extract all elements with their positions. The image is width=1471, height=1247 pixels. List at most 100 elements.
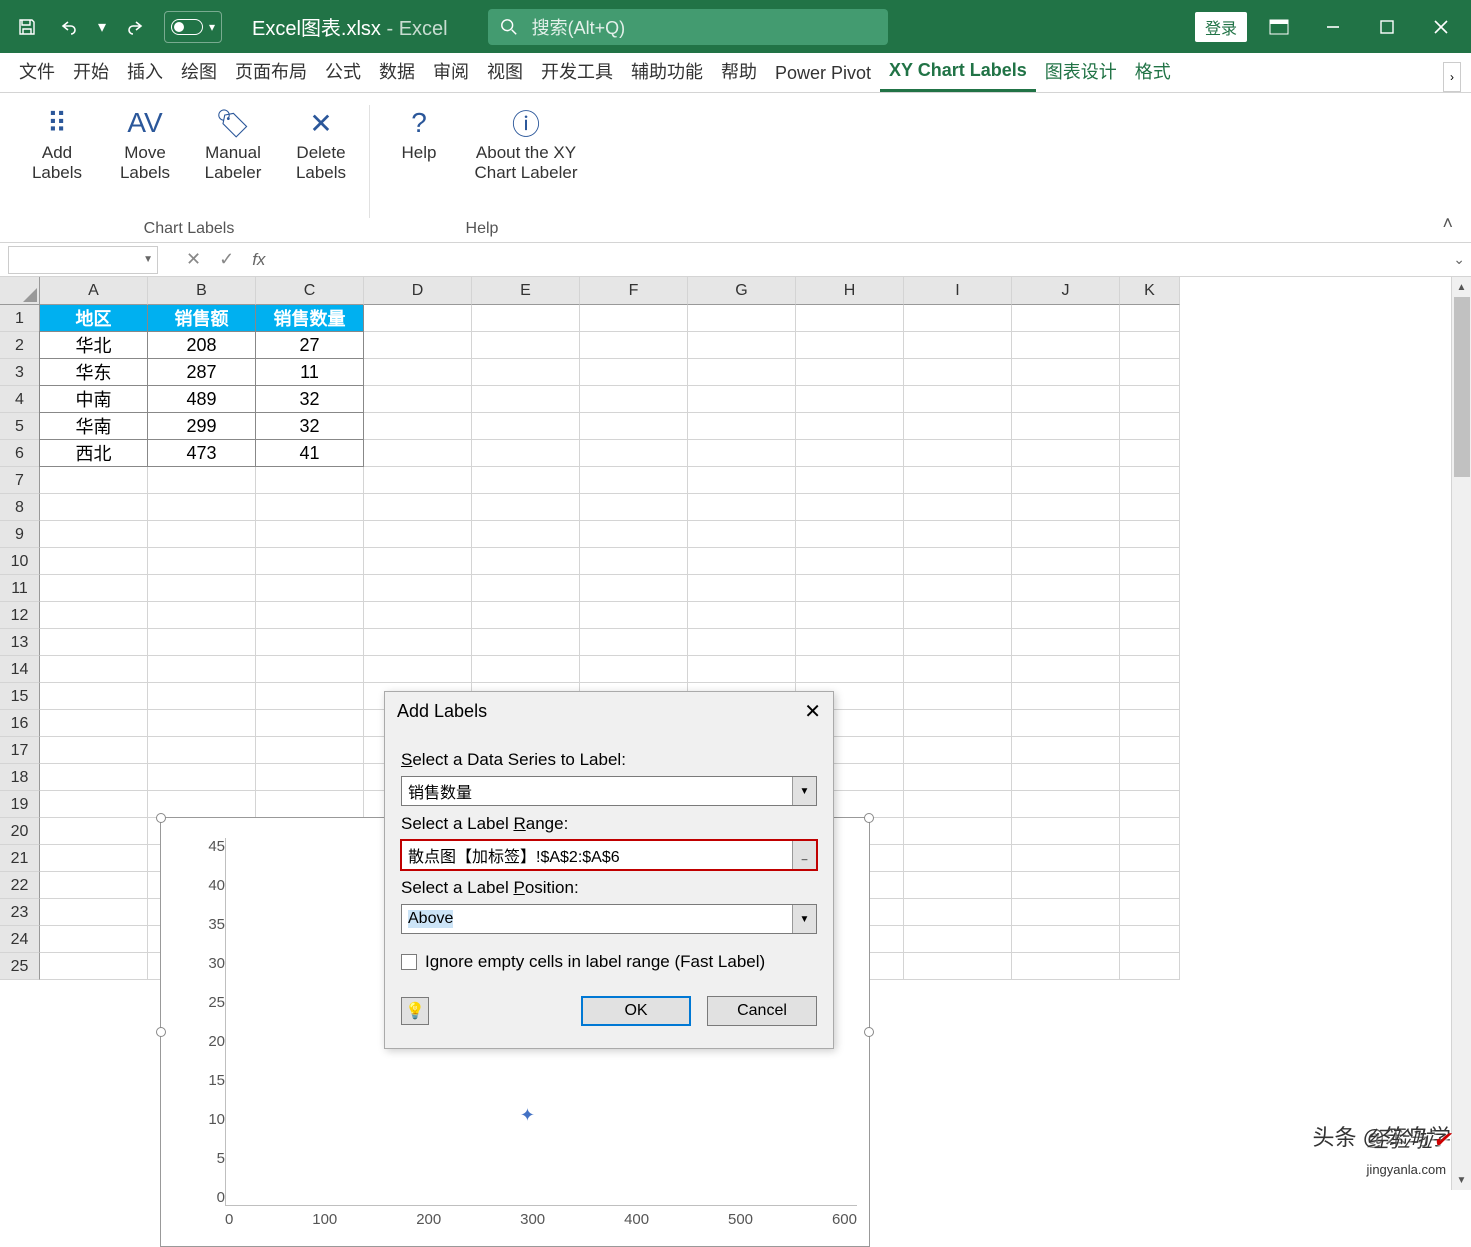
table-cell[interactable]: 27	[255, 331, 364, 359]
tab-文件[interactable]: 文件	[10, 50, 64, 92]
ribbon-mode-button[interactable]	[1257, 9, 1301, 45]
dialog-titlebar[interactable]: Add Labels ✕	[385, 692, 833, 730]
row-header-20[interactable]: 20	[0, 818, 40, 845]
expand-fbar-icon[interactable]: ⌄	[1453, 251, 1465, 268]
table-header[interactable]: 地区	[40, 305, 148, 332]
tab-视图[interactable]: 视图	[478, 50, 532, 92]
row-header-13[interactable]: 13	[0, 629, 40, 656]
row-header-1[interactable]: 1	[0, 305, 40, 332]
table-cell[interactable]: 32	[255, 412, 364, 440]
row-header-18[interactable]: 18	[0, 764, 40, 791]
collapse-ribbon-icon[interactable]: ˄	[1432, 205, 1463, 242]
tab-审阅[interactable]: 审阅	[424, 50, 478, 92]
row-header-19[interactable]: 19	[0, 791, 40, 818]
table-cell[interactable]: 299	[147, 412, 256, 440]
tab-绘图[interactable]: 绘图	[172, 50, 226, 92]
ok-button[interactable]: OK	[581, 996, 691, 1026]
add-labels-button[interactable]: ⠿Add Labels	[16, 101, 98, 188]
tab-xy-chart-labels[interactable]: XY Chart Labels	[880, 52, 1036, 92]
undo-dropdown[interactable]: ▾	[92, 9, 112, 45]
tab-图表设计[interactable]: 图表设计	[1036, 50, 1126, 92]
col-header-K[interactable]: K	[1120, 277, 1180, 305]
row-header-25[interactable]: 25	[0, 953, 40, 980]
row-header-22[interactable]: 22	[0, 872, 40, 899]
tab-辅助功能[interactable]: 辅助功能	[622, 50, 712, 92]
col-header-B[interactable]: B	[148, 277, 256, 305]
enter-formula-icon[interactable]: ✓	[219, 249, 234, 270]
tab-页面布局[interactable]: 页面布局	[226, 50, 316, 92]
table-cell[interactable]: 华东	[39, 358, 148, 386]
row-header-17[interactable]: 17	[0, 737, 40, 764]
col-header-D[interactable]: D	[364, 277, 472, 305]
autosave-toggle[interactable]: ▾	[164, 11, 222, 43]
position-dropdown[interactable]: Above ▼	[401, 904, 817, 934]
col-header-E[interactable]: E	[472, 277, 580, 305]
table-cell[interactable]: 473	[147, 439, 256, 467]
select-all-corner[interactable]	[0, 277, 40, 305]
ignore-empty-checkbox[interactable]: Ignore empty cells in label range (Fast …	[401, 952, 817, 972]
vertical-scrollbar[interactable]: ▲ ▼	[1451, 277, 1471, 1190]
table-cell[interactable]: 华北	[39, 331, 148, 359]
chart-point[interactable]: ✦	[520, 1105, 535, 1126]
help-button[interactable]: ?Help	[378, 101, 460, 167]
maximize-button[interactable]	[1365, 9, 1409, 45]
name-box[interactable]: ▼	[8, 246, 158, 274]
col-header-F[interactable]: F	[580, 277, 688, 305]
col-header-I[interactable]: I	[904, 277, 1012, 305]
table-header[interactable]: 销售额	[148, 305, 256, 332]
redo-button[interactable]	[116, 9, 154, 45]
table-cell[interactable]: 41	[255, 439, 364, 467]
tab-power-pivot[interactable]: Power Pivot	[766, 55, 880, 92]
row-header-11[interactable]: 11	[0, 575, 40, 602]
dialog-close-icon[interactable]: ✕	[804, 699, 821, 724]
scroll-thumb[interactable]	[1454, 297, 1470, 477]
tab-格式[interactable]: 格式	[1126, 50, 1180, 92]
tabs-overflow[interactable]: ›	[1443, 62, 1461, 92]
col-header-H[interactable]: H	[796, 277, 904, 305]
dropdown-icon[interactable]: ▼	[792, 905, 816, 933]
fx-icon[interactable]: fx	[252, 250, 265, 270]
row-header-12[interactable]: 12	[0, 602, 40, 629]
table-cell[interactable]: 32	[255, 385, 364, 413]
undo-button[interactable]	[50, 9, 88, 45]
table-header[interactable]: 销售数量	[256, 305, 364, 332]
row-header-15[interactable]: 15	[0, 683, 40, 710]
scroll-up-icon[interactable]: ▲	[1452, 277, 1471, 297]
row-header-6[interactable]: 6	[0, 440, 40, 467]
row-header-23[interactable]: 23	[0, 899, 40, 926]
minimize-button[interactable]	[1311, 9, 1355, 45]
table-cell[interactable]: 208	[147, 331, 256, 359]
cancel-formula-icon[interactable]: ✕	[186, 249, 201, 270]
row-header-16[interactable]: 16	[0, 710, 40, 737]
col-header-C[interactable]: C	[256, 277, 364, 305]
manual-labeler-button[interactable]: 🏷Manual Labeler	[192, 101, 274, 188]
row-header-5[interactable]: 5	[0, 413, 40, 440]
dialog-help-button[interactable]: 💡	[401, 997, 429, 1025]
table-cell[interactable]: 287	[147, 358, 256, 386]
cancel-button[interactable]: Cancel	[707, 996, 817, 1026]
col-header-G[interactable]: G	[688, 277, 796, 305]
tab-数据[interactable]: 数据	[370, 50, 424, 92]
row-header-21[interactable]: 21	[0, 845, 40, 872]
checkbox-icon[interactable]	[401, 954, 417, 970]
range-picker-icon[interactable]: _	[792, 841, 816, 869]
about-button[interactable]: ⓘAbout the XY Chart Labeler	[466, 101, 586, 188]
row-header-4[interactable]: 4	[0, 386, 40, 413]
table-cell[interactable]: 华南	[39, 412, 148, 440]
table-cell[interactable]: 489	[147, 385, 256, 413]
series-dropdown[interactable]: 销售数量 ▼	[401, 776, 817, 806]
table-cell[interactable]: 西北	[39, 439, 148, 467]
tab-插入[interactable]: 插入	[118, 50, 172, 92]
row-header-7[interactable]: 7	[0, 467, 40, 494]
save-button[interactable]	[8, 9, 46, 45]
row-header-9[interactable]: 9	[0, 521, 40, 548]
tab-开发工具[interactable]: 开发工具	[532, 50, 622, 92]
delete-labels-button[interactable]: ✕Delete Labels	[280, 101, 362, 188]
login-button[interactable]: 登录	[1195, 12, 1247, 42]
row-header-14[interactable]: 14	[0, 656, 40, 683]
row-header-10[interactable]: 10	[0, 548, 40, 575]
table-cell[interactable]: 中南	[39, 385, 148, 413]
spreadsheet-grid[interactable]: ABCDEFGHIJK 1234567891011121314151617181…	[0, 277, 1471, 1190]
col-header-A[interactable]: A	[40, 277, 148, 305]
move-labels-button[interactable]: AVMove Labels	[104, 101, 186, 188]
